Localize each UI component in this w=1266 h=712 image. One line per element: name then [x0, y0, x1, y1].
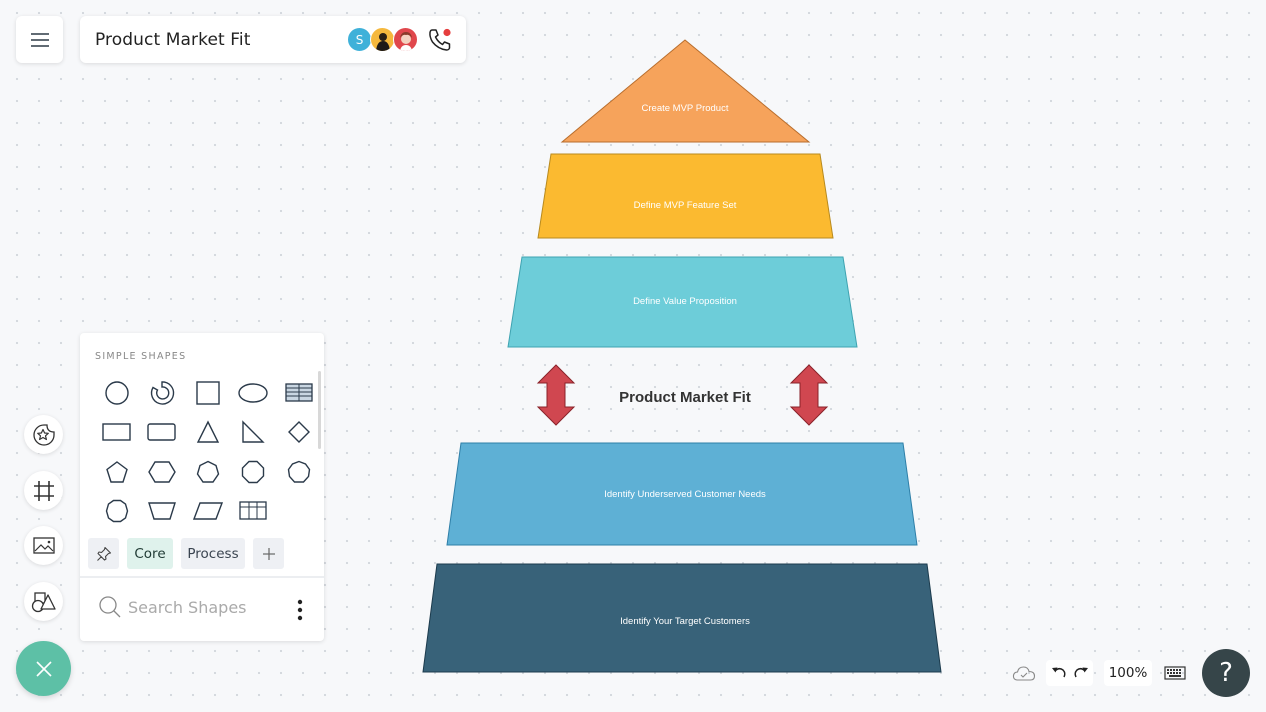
cloud-check-icon [1012, 666, 1036, 681]
panel-scrollbar[interactable] [318, 371, 321, 449]
section-label: SIMPLE SHAPES [95, 351, 187, 362]
shape-trapezoid[interactable] [140, 492, 186, 532]
shapes-icon [31, 591, 56, 612]
image-button[interactable] [24, 526, 63, 565]
tab-process[interactable]: Process [181, 538, 245, 569]
shape-right-triangle[interactable] [231, 413, 277, 453]
shape-library-tabs: Core Process [88, 538, 284, 569]
pin-icon [96, 546, 111, 561]
shape-rounded-rectangle[interactable] [140, 413, 186, 453]
shape-heptagon[interactable] [185, 452, 231, 492]
frame-grid-icon [33, 480, 54, 501]
shape-parallelogram[interactable] [185, 492, 231, 532]
shape-grid [94, 373, 314, 531]
redo-icon[interactable] [1073, 666, 1089, 680]
double-arrow-right[interactable] [789, 364, 829, 426]
center-label[interactable]: Product Market Fit [619, 389, 751, 406]
pinned-tab[interactable] [88, 538, 119, 569]
level-label: Define MVP Feature Set [633, 200, 737, 211]
keyboard-shortcuts-button[interactable] [1163, 664, 1187, 682]
add-library-button[interactable] [253, 538, 284, 569]
level-label: Create MVP Product [641, 103, 729, 114]
close-panel-button[interactable] [16, 641, 71, 696]
level-label: Identify Your Target Customers [620, 616, 750, 627]
undo-icon[interactable] [1051, 666, 1067, 680]
star-sticker-icon [32, 423, 55, 446]
tab-core[interactable]: Core [127, 538, 173, 569]
double-arrow-left[interactable] [536, 364, 576, 426]
shape-decagon[interactable] [94, 492, 140, 532]
keyboard-icon [1164, 666, 1186, 680]
shapes-panel: SIMPLE SHAPES Core Process [80, 333, 324, 641]
shapes-button[interactable] [24, 582, 63, 621]
undo-redo-group [1046, 660, 1093, 686]
shape-triangle[interactable] [185, 413, 231, 453]
frame-button[interactable] [24, 471, 63, 510]
level-create-mvp-product[interactable] [560, 39, 811, 143]
shape-hexagon[interactable] [140, 452, 186, 492]
shape-rectangle[interactable] [94, 413, 140, 453]
level-label: Define Value Proposition [633, 296, 737, 307]
shape-table[interactable] [276, 373, 322, 413]
shape-arc[interactable] [140, 373, 186, 413]
search-icon [99, 596, 121, 618]
search-shapes [98, 595, 278, 619]
plus-icon [262, 547, 275, 560]
shape-nonagon[interactable] [276, 452, 322, 492]
zoom-level[interactable]: 100% [1104, 660, 1152, 686]
level-label: Identify Underserved Customer Needs [604, 489, 766, 500]
shape-diamond[interactable] [276, 413, 322, 453]
help-icon: ? [1219, 658, 1233, 688]
more-options-icon[interactable] [296, 599, 304, 621]
shape-circle[interactable] [94, 373, 140, 413]
level-define-mvp-feature-set[interactable] [537, 153, 834, 239]
shape-grid-table[interactable] [231, 492, 277, 532]
help-button[interactable]: ? [1202, 649, 1250, 697]
stickers-button[interactable] [24, 415, 63, 454]
search-shapes-input[interactable] [128, 597, 278, 617]
panel-divider [80, 576, 324, 578]
image-icon [32, 536, 55, 554]
shape-ellipse[interactable] [231, 373, 277, 413]
shape-square[interactable] [185, 373, 231, 413]
shape-octagon[interactable] [231, 452, 277, 492]
close-icon [35, 660, 52, 677]
save-status[interactable] [1012, 662, 1036, 684]
shape-pentagon[interactable] [94, 452, 140, 492]
